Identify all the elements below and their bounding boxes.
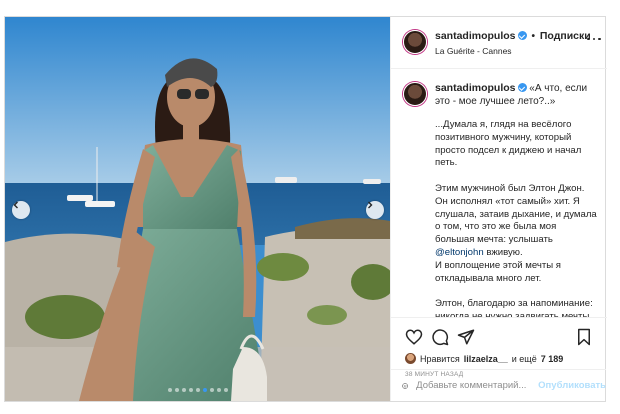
- likes-suffix: и ещё: [511, 353, 537, 364]
- carousel-prev-button[interactable]: [12, 201, 30, 219]
- chevron-left-icon: [13, 201, 18, 209]
- more-options-button[interactable]: [587, 32, 601, 46]
- publish-comment-button[interactable]: Опубликовать: [538, 380, 606, 391]
- caption-mention-link[interactable]: @eltonjohn: [435, 247, 484, 258]
- comment-input[interactable]: [416, 380, 539, 391]
- following-button[interactable]: Подписки: [540, 30, 591, 42]
- caption-text-part-1: ...Думала я, глядя на весёлого позитивно…: [435, 119, 597, 246]
- username-link[interactable]: santadimopulos: [435, 30, 516, 42]
- caption-username[interactable]: santadimopulos: [435, 82, 516, 94]
- carousel-next-button[interactable]: [366, 201, 384, 219]
- carousel-dot: [195, 388, 200, 392]
- share-icon[interactable]: [457, 328, 475, 346]
- post-frame: santadimopulos • Подписки La Guérite - C…: [4, 16, 607, 402]
- verified-icon: [517, 31, 527, 40]
- photo-illustration: [5, 17, 390, 401]
- location-link[interactable]: La Guérite - Cannes: [435, 46, 512, 56]
- more-icon: [592, 37, 596, 41]
- likes-count-link[interactable]: 7 189: [541, 354, 564, 364]
- header-username-row: santadimopulos • Подписки: [435, 30, 591, 42]
- verified-icon: [517, 83, 527, 92]
- likes-prefix: Нравится: [420, 353, 460, 364]
- post-header: santadimopulos • Подписки La Guérite - C…: [391, 17, 607, 69]
- caption-title: santadimopulos «А что, если это - мое лу…: [435, 82, 601, 108]
- carousel-dot: [181, 388, 186, 392]
- caption-area: santadimopulos «А что, если это - мое лу…: [391, 70, 607, 317]
- carousel-dot: [202, 388, 207, 392]
- bookmark-icon[interactable]: [575, 328, 593, 346]
- heart-icon[interactable]: [405, 328, 423, 346]
- post-photo[interactable]: [5, 17, 390, 401]
- carousel-dot: [174, 388, 179, 392]
- carousel-dot: [167, 388, 172, 392]
- carousel-dot: [223, 388, 228, 392]
- carousel-dot: [216, 388, 221, 392]
- liker-username-link[interactable]: lilzaelza__: [464, 354, 508, 364]
- carousel-dots: [5, 388, 390, 392]
- avatar[interactable]: [403, 30, 427, 54]
- caption-avatar[interactable]: [403, 82, 427, 106]
- comment-icon[interactable]: [431, 328, 449, 346]
- carousel-dot: [209, 388, 214, 392]
- caption-body: ...Думала я, глядя на весёлого позитивно…: [435, 119, 597, 317]
- more-icon: [598, 37, 601, 41]
- post-side-panel: santadimopulos • Подписки La Guérite - C…: [390, 17, 607, 401]
- separator-dot: •: [531, 31, 535, 42]
- emoji-icon[interactable]: [402, 378, 408, 394]
- carousel-dot: [188, 388, 193, 392]
- more-icon: [587, 37, 590, 41]
- chevron-right-icon: [368, 201, 373, 209]
- liker-avatar: [405, 353, 416, 364]
- comment-bar: Опубликовать: [390, 369, 606, 401]
- likes-row: Нравится lilzaelza__ и ещё 7 189: [405, 353, 563, 364]
